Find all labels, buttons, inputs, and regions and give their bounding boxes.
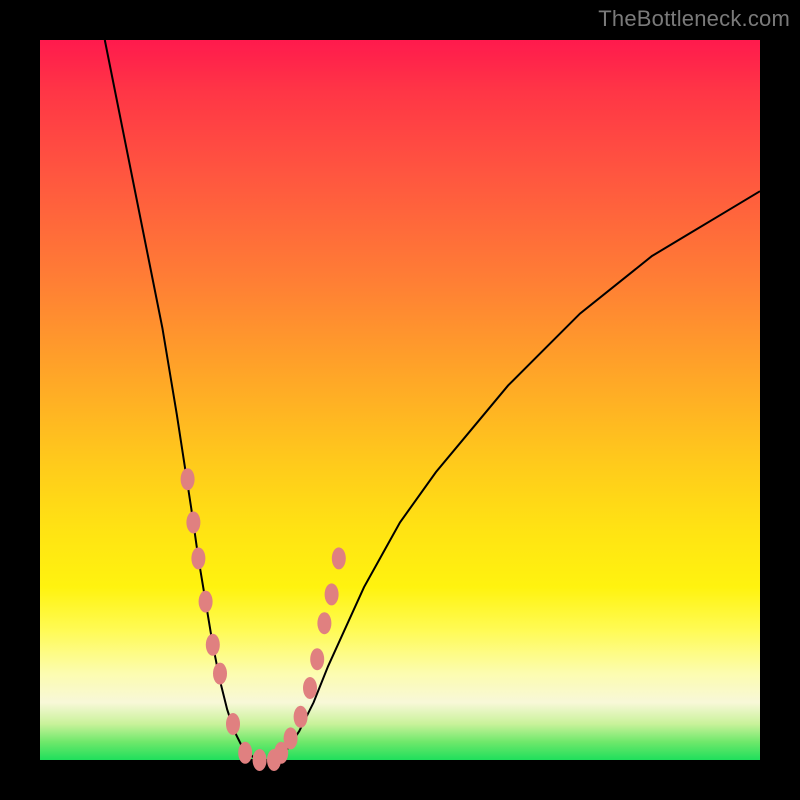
marker-dot: [181, 468, 195, 490]
chart-frame: TheBottleneck.com: [0, 0, 800, 800]
marker-dot: [238, 742, 252, 764]
marker-dot: [191, 547, 205, 569]
plot-area: [40, 40, 760, 760]
marker-dot: [226, 713, 240, 735]
marker-dot: [213, 663, 227, 685]
marker-dot: [310, 648, 324, 670]
marker-group: [181, 468, 346, 771]
marker-dot: [206, 634, 220, 656]
marker-dot: [284, 727, 298, 749]
marker-dot: [332, 547, 346, 569]
bottleneck-curve: [105, 40, 760, 760]
marker-dot: [303, 677, 317, 699]
watermark-text: TheBottleneck.com: [598, 6, 790, 32]
marker-dot: [317, 612, 331, 634]
marker-dot: [186, 511, 200, 533]
marker-dot: [294, 706, 308, 728]
marker-dot: [325, 583, 339, 605]
marker-dot: [199, 591, 213, 613]
curve-svg: [40, 40, 760, 760]
marker-dot: [253, 749, 267, 771]
